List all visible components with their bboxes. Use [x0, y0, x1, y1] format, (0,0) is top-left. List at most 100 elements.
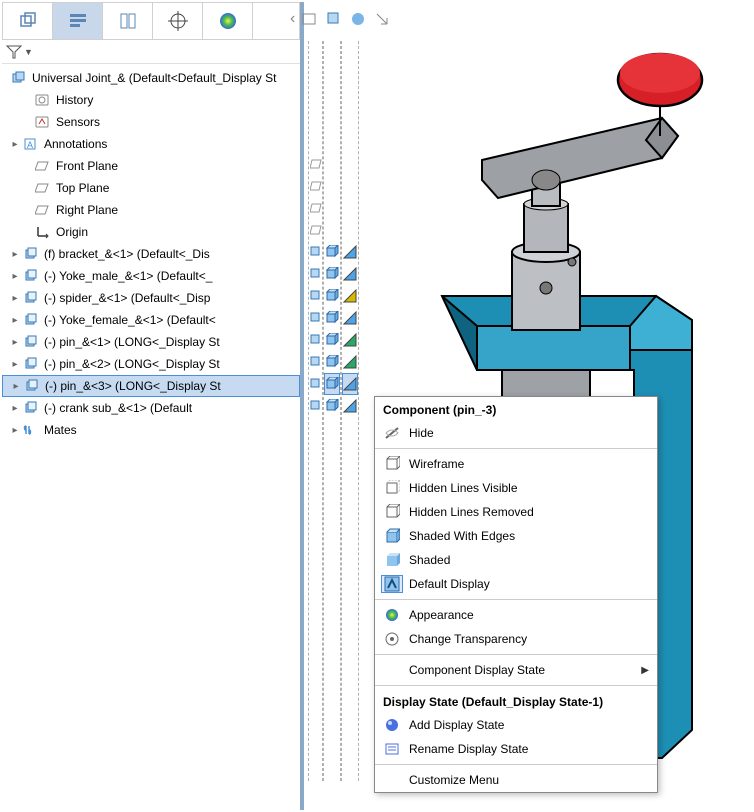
expand-arrow[interactable]: ▸: [10, 249, 20, 260]
menu-default-display[interactable]: Default Display: [375, 572, 657, 596]
assembly-root-icon: [10, 71, 28, 85]
svg-text:A: A: [27, 140, 33, 150]
menu-change-transparency[interactable]: Change Transparency: [375, 627, 657, 651]
tree-origin[interactable]: Origin: [2, 221, 300, 243]
tree-plane-front[interactable]: Front Plane: [2, 155, 300, 177]
component-label: (-) spider_&<1> (Default<_Disp: [44, 291, 210, 305]
def-icon: [381, 575, 403, 593]
menu-shaded-with-edges[interactable]: Shaded With Edges: [375, 524, 657, 548]
display-plane-cell[interactable]: [309, 219, 322, 241]
appearance-swatch-cell[interactable]: [342, 263, 358, 285]
display-mode-cell[interactable]: [324, 285, 340, 307]
tree-component[interactable]: ▸ (-) pin_&<2> (LONG<_Display St: [2, 353, 300, 375]
tab-display[interactable]: [103, 3, 153, 39]
tree-mates[interactable]: ▸ Mates: [2, 419, 300, 441]
display-plane-cell[interactable]: [309, 373, 322, 395]
tree-annotations[interactable]: ▸ A Annotations: [2, 133, 300, 155]
menu-hidden-lines-visible[interactable]: Hidden Lines Visible: [375, 476, 657, 500]
menu-customize[interactable]: Customize Menu: [375, 768, 657, 792]
display-plane-cell[interactable]: [309, 175, 322, 197]
display-mode-cell[interactable]: [324, 241, 340, 263]
display-plane-cell[interactable]: [309, 153, 322, 175]
expand-arrow[interactable]: ▸: [10, 293, 20, 304]
display-plane-cell[interactable]: [309, 197, 322, 219]
appearance-swatch-cell[interactable]: [342, 351, 358, 373]
expand-arrow[interactable]: ▸: [10, 139, 20, 150]
panel-toolbar: [2, 2, 300, 40]
tab-appearance[interactable]: [203, 3, 253, 39]
plane-icon: [34, 203, 52, 217]
part-icon: [22, 401, 40, 415]
back-icon[interactable]: ‹: [290, 10, 295, 28]
arrow-icon[interactable]: [373, 10, 391, 28]
menu-hide[interactable]: Hide: [375, 421, 657, 445]
filter-dropdown-arrow[interactable]: ▼: [24, 47, 33, 57]
display-plane-cell[interactable]: [309, 241, 322, 263]
tree-component[interactable]: ▸ (f) bracket_&<1> (Default<_Dis: [2, 243, 300, 265]
expand-arrow[interactable]: ▸: [10, 337, 20, 348]
appearance-swatch-cell[interactable]: [342, 241, 358, 263]
tree-history[interactable]: History: [2, 89, 300, 111]
tree-plane-top[interactable]: Top Plane: [2, 177, 300, 199]
appearance-swatch-cell[interactable]: [342, 307, 358, 329]
tree-component[interactable]: ▸ (-) Yoke_male_&<1> (Default<_: [2, 265, 300, 287]
display-plane-cell[interactable]: [309, 395, 322, 417]
context-menu: Component (pin_-3) Hide WireframeHidden …: [374, 396, 658, 793]
display-plane-cell[interactable]: [309, 263, 322, 285]
menu-wireframe[interactable]: Wireframe: [375, 452, 657, 476]
tree-component[interactable]: ▸ (-) crank sub_&<1> (Default: [2, 397, 300, 419]
sphere-icon[interactable]: [349, 10, 367, 28]
display-column-3: [341, 41, 359, 781]
expand-arrow[interactable]: ▸: [10, 359, 20, 370]
display-plane-cell[interactable]: [309, 351, 322, 373]
appearance-swatch-cell[interactable]: [342, 373, 358, 395]
tab-crosshair[interactable]: [153, 3, 203, 39]
app-icon: [381, 607, 403, 623]
expand-arrow[interactable]: ▸: [10, 315, 20, 326]
expand-arrow[interactable]: ▸: [10, 403, 20, 414]
display-column-2: [323, 41, 341, 781]
tab-assembly[interactable]: [3, 3, 53, 39]
component-label: (-) crank sub_&<1> (Default: [44, 401, 192, 415]
part-icon: [22, 269, 40, 283]
display-mode-cell[interactable]: [324, 373, 340, 395]
isolate-icon[interactable]: [325, 10, 343, 28]
display-plane-cell[interactable]: [309, 329, 322, 351]
menu-shaded[interactable]: Shaded: [375, 548, 657, 572]
display-mode-cell[interactable]: [324, 263, 340, 285]
display-plane-cell[interactable]: [309, 285, 322, 307]
appearance-swatch-cell[interactable]: [342, 329, 358, 351]
display-mode-cell[interactable]: [324, 307, 340, 329]
display-plane-cell[interactable]: [309, 307, 322, 329]
ren-icon: [381, 741, 403, 757]
tree-component[interactable]: ▸ (-) spider_&<1> (Default<_Disp: [2, 287, 300, 309]
display-mode-cell[interactable]: [324, 395, 340, 417]
tree-root[interactable]: Universal Joint_& (Default<Default_Displ…: [2, 67, 300, 89]
display-mode-cell[interactable]: [324, 351, 340, 373]
expand-arrow[interactable]: ▸: [11, 381, 21, 392]
component-label: (-) Yoke_female_&<1> (Default<: [44, 313, 216, 327]
appearance-swatch-cell[interactable]: [342, 285, 358, 307]
panel-top-icons: ‹: [290, 10, 391, 28]
component-label: (-) pin_&<2> (LONG<_Display St: [44, 357, 220, 371]
tree-sensors[interactable]: Sensors: [2, 111, 300, 133]
expand-arrow[interactable]: ▸: [10, 271, 20, 282]
appearance-swatch-cell[interactable]: [342, 395, 358, 417]
feature-tree-panel: ▼ Universal Joint_& (Default<Default_Dis…: [2, 2, 304, 810]
refmate-icon[interactable]: [301, 10, 319, 28]
sh-icon: [381, 552, 403, 568]
expand-arrow[interactable]: ▸: [10, 425, 20, 436]
menu-add-display-state[interactable]: Add Display State: [375, 713, 657, 737]
filter-bar[interactable]: ▼: [2, 40, 300, 64]
menu-appearance[interactable]: Appearance: [375, 603, 657, 627]
tab-config[interactable]: [53, 3, 103, 39]
display-mode-cell[interactable]: [324, 329, 340, 351]
tree-plane-right[interactable]: Right Plane: [2, 199, 300, 221]
menu-hidden-lines-removed[interactable]: Hidden Lines Removed: [375, 500, 657, 524]
tree-component[interactable]: ▸ (-) Yoke_female_&<1> (Default<: [2, 309, 300, 331]
menu-component-display-state[interactable]: Component Display State ▶: [375, 658, 657, 682]
menu-rename-display-state[interactable]: Rename Display State: [375, 737, 657, 761]
tree-component[interactable]: ▸ (-) pin_&<1> (LONG<_Display St: [2, 331, 300, 353]
history-icon: [34, 93, 52, 107]
tree-component[interactable]: ▸ (-) pin_&<3> (LONG<_Display St: [2, 375, 300, 397]
